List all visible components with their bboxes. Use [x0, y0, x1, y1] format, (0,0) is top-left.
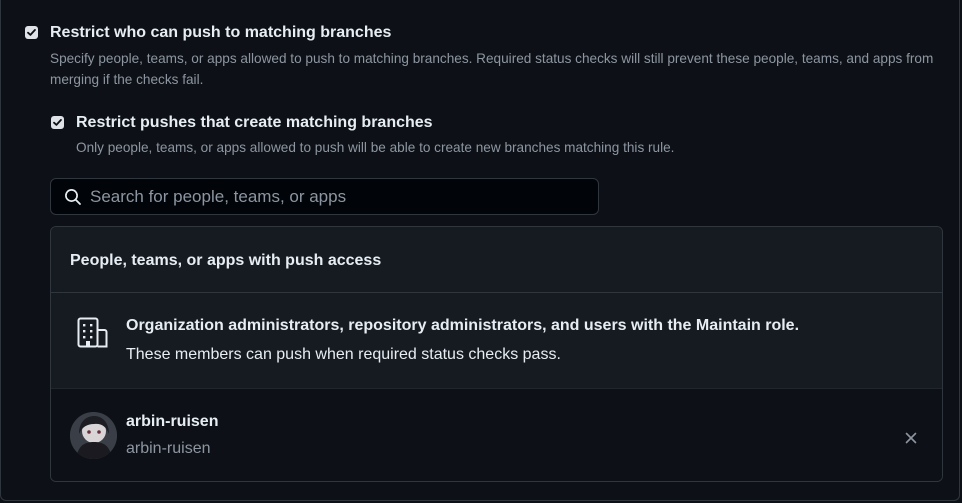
admins-description: These members can push when required sta… [126, 346, 561, 363]
restrict-push-checkbox[interactable] [25, 26, 38, 39]
admins-title: Organization administrators, repository … [126, 317, 800, 334]
restrict-push-description: Specify people, teams, or apps allowed t… [50, 51, 934, 87]
restrict-create-description: Only people, teams, or apps allowed to p… [76, 140, 675, 155]
checkmark-icon [27, 29, 36, 36]
search-box [50, 178, 599, 215]
restrict-create-title[interactable]: Restrict pushes that create matching bra… [76, 114, 433, 132]
close-icon [905, 432, 917, 444]
restrict-create-checkbox[interactable] [51, 116, 64, 129]
push-access-header: People, teams, or apps with push access [51, 227, 942, 293]
user-row: arbin-ruisen arbin-ruisen [51, 389, 942, 481]
remove-user-button[interactable] [899, 426, 923, 450]
admins-row: Organization administrators, repository … [51, 293, 942, 389]
user-name[interactable]: arbin-ruisen [126, 413, 218, 431]
branch-protection-panel: Restrict who can push to matching branch… [0, 0, 960, 501]
push-access-heading: People, teams, or apps with push access [70, 252, 382, 269]
organization-icon [77, 317, 108, 348]
search-icon [64, 188, 82, 206]
restrict-push-title[interactable]: Restrict who can push to matching branch… [50, 24, 391, 42]
avatar [70, 412, 117, 459]
checkmark-icon [53, 119, 62, 126]
push-access-list: People, teams, or apps with push access … [50, 226, 943, 482]
user-login: arbin-ruisen [126, 440, 211, 457]
search-input[interactable] [90, 186, 570, 207]
